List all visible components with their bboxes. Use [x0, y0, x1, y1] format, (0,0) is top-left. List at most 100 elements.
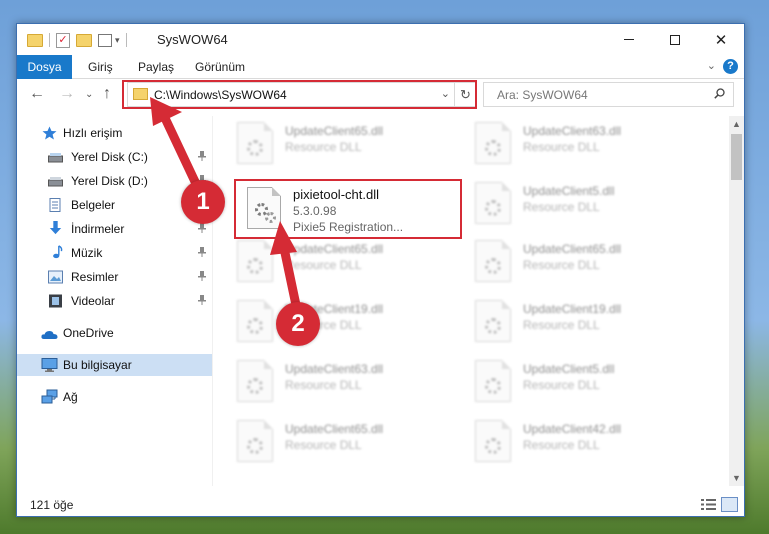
file-name: UpdateClient63.dll [523, 124, 622, 138]
file-version: 5.3.0.98 [293, 204, 337, 218]
file-type: Resource DLL [285, 378, 362, 392]
sidebar-item-disk-d[interactable]: Yerel Disk (D:) [17, 170, 212, 192]
sidebar-item-network[interactable]: Ağ [17, 386, 212, 408]
tab-file[interactable]: Dosya [17, 55, 72, 79]
pin-icon[interactable] [198, 247, 206, 257]
up-arrow-icon[interactable]: ↑ [103, 85, 111, 103]
gear-icon [485, 318, 501, 334]
pin-icon[interactable] [198, 199, 206, 209]
address-bar[interactable]: C:\Windows\SysWOW64 ⌄ ↻ [127, 82, 477, 107]
music-icon [53, 245, 63, 259]
file-tile[interactable]: UpdateClient63.dll Resource DLL [237, 354, 467, 410]
sidebar-item-downloads[interactable]: İndirmeler [17, 218, 212, 240]
gear-icon [485, 140, 501, 156]
scroll-up-icon[interactable]: ▲ [729, 116, 744, 132]
forward-arrow-icon[interactable]: → [59, 85, 75, 103]
chevron-down-icon[interactable]: ⌄ [441, 87, 450, 100]
toolbar-divider [49, 33, 50, 47]
sidebar-item-label: Resimler [71, 270, 119, 284]
sidebar-item-label: Belgeler [71, 198, 116, 212]
dll-file-icon [475, 300, 511, 342]
dll-file-icon [475, 182, 511, 224]
maximize-icon [670, 34, 680, 45]
pin-icon[interactable] [198, 223, 206, 233]
sidebar-item-disk-c[interactable]: Yerel Disk (C:) [17, 146, 212, 168]
pin-icon[interactable] [198, 175, 206, 185]
large-icons-view-icon[interactable] [721, 497, 738, 512]
scroll-down-icon[interactable]: ▼ [729, 470, 744, 486]
dll-file-icon [237, 300, 273, 342]
customize-toolbar-icon[interactable]: ▾ [115, 35, 120, 46]
download-icon [49, 221, 62, 235]
file-type: Resource DLL [285, 318, 362, 332]
back-arrow-icon[interactable]: ← [29, 85, 45, 103]
pin-icon[interactable] [198, 151, 206, 161]
pane-divider[interactable] [212, 116, 213, 486]
sidebar-item-pictures[interactable]: Resimler [17, 266, 212, 288]
rename-icon[interactable] [98, 33, 112, 47]
file-name: UpdateClient65.dll [285, 242, 384, 256]
close-button[interactable]: ✕ [698, 24, 744, 55]
pin-icon[interactable] [198, 295, 206, 305]
details-view-icon[interactable] [701, 498, 716, 511]
drive-icon [48, 153, 63, 163]
file-type: Resource DLL [523, 318, 600, 332]
cloud-icon [41, 331, 58, 339]
dll-file-icon [475, 240, 511, 282]
gear-icon [247, 258, 263, 274]
maximize-button[interactable] [652, 24, 698, 55]
status-bar: 121 öğe [17, 494, 744, 516]
new-folder-icon[interactable] [76, 33, 92, 47]
item-count: 121 öğe [30, 498, 74, 512]
ribbon-tabs: Dosya Giriş Paylaş Görünüm ⌄ ? [17, 55, 744, 79]
file-type: Resource DLL [285, 140, 362, 154]
scroll-thumb[interactable] [731, 134, 742, 180]
sidebar-item-label: Bu bilgisayar [63, 358, 132, 372]
file-tile[interactable]: UpdateClient19.dll Resource DLL [237, 294, 467, 350]
sidebar-item-label: Hızlı erişim [63, 126, 123, 140]
search-input[interactable]: Ara: SysWOW64 [483, 82, 734, 107]
sidebar-item-onedrive[interactable]: OneDrive [17, 322, 212, 344]
sidebar-item-documents[interactable]: Belgeler [17, 194, 212, 216]
sidebar-item-label: Yerel Disk (C:) [71, 150, 148, 164]
file-tile[interactable]: UpdateClient63.dll Resource DLL [475, 116, 705, 172]
file-tile[interactable]: UpdateClient5.dll Resource DLL [475, 354, 705, 410]
dll-file-icon [475, 360, 511, 402]
file-tile[interactable]: UpdateClient19.dll Resource DLL [475, 294, 705, 350]
expand-ribbon-icon[interactable]: ⌄ [707, 59, 716, 72]
computer-icon [41, 358, 58, 372]
recent-locations-icon[interactable]: ⌄ [85, 89, 93, 100]
minimize-button[interactable] [606, 24, 652, 55]
highlighted-file-tile[interactable]: pixietool-cht.dll 5.3.0.98 Pixie5 Regist… [241, 182, 463, 238]
file-name: UpdateClient19.dll [523, 302, 622, 316]
pin-icon[interactable] [198, 271, 206, 281]
file-tile[interactable]: UpdateClient65.dll Resource DLL [237, 116, 467, 172]
file-tile[interactable]: UpdateClient5.dll Resource DLL [475, 176, 705, 232]
dll-file-icon [475, 420, 511, 462]
sidebar-item-this-pc[interactable]: Bu bilgisayar [17, 354, 212, 376]
close-icon: ✕ [714, 31, 728, 49]
sidebar-item-music[interactable]: Müzik [17, 242, 212, 264]
refresh-button[interactable]: ↻ [454, 83, 476, 106]
address-path[interactable]: C:\Windows\SysWOW64 [154, 88, 287, 102]
help-icon[interactable]: ? [723, 59, 738, 74]
toolbar-divider [125, 33, 127, 47]
tab-view[interactable]: Görünüm [195, 60, 245, 74]
file-tile[interactable]: UpdateClient42.dll Resource DLL [475, 414, 705, 470]
tab-share[interactable]: Paylaş [138, 60, 174, 74]
file-name: UpdateClient5.dll [523, 362, 615, 376]
sidebar-item-label: İndirmeler [71, 222, 125, 236]
sidebar-item-videos[interactable]: Videolar [17, 290, 212, 312]
vertical-scrollbar[interactable]: ▲ ▼ [729, 116, 744, 486]
file-tile[interactable]: UpdateClient65.dll Resource DLL [237, 234, 467, 290]
file-tile[interactable]: UpdateClient65.dll Resource DLL [237, 414, 467, 470]
folder-icon[interactable] [27, 33, 43, 47]
properties-check-icon[interactable]: ✓ [56, 32, 70, 48]
file-type: Resource DLL [523, 200, 600, 214]
tab-home[interactable]: Giriş [88, 60, 113, 74]
file-name: UpdateClient65.dll [523, 242, 622, 256]
file-tile[interactable]: UpdateClient65.dll Resource DLL [475, 234, 705, 290]
folder-icon [133, 88, 148, 100]
sidebar-item-quick-access[interactable]: Hızlı erişim [17, 122, 212, 144]
search-icon[interactable] [714, 88, 725, 99]
